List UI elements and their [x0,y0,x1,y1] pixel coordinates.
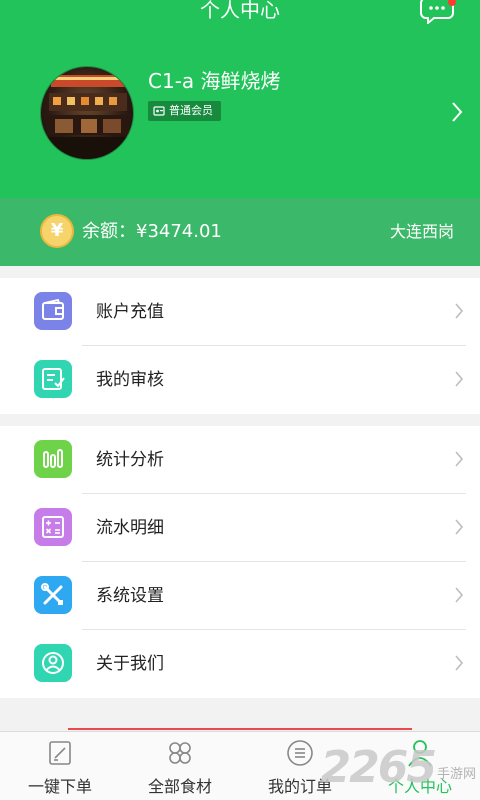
wallet-icon [34,292,72,330]
menu-item-recharge[interactable]: 账户充值 [0,278,480,346]
user-circle-icon [34,644,72,682]
chevron-right-icon [455,451,464,467]
page-title: 个人中心 [200,0,280,22]
chevron-right-icon [455,587,464,603]
watermark-number: 2265 [320,741,437,793]
chart-icon [34,440,72,478]
menu-group-account: 账户充值 我的审核 [0,278,480,414]
menu-item-statistics[interactable]: 统计分析 [0,426,480,494]
avatar-photo [41,75,133,159]
member-card-icon [153,106,165,116]
logout-button-edge[interactable] [68,728,412,730]
message-button[interactable] [420,0,456,24]
menu-label: 关于我们 [96,654,164,674]
balance-amount: 余额：¥3474.01 [82,221,222,242]
avatar[interactable] [40,66,134,160]
menu-label: 系统设置 [96,586,164,606]
menu-label: 流水明细 [96,518,164,538]
menu-item-about[interactable]: 关于我们 [0,630,480,698]
profile-chevron-icon[interactable] [450,100,464,124]
tools-icon [34,576,72,614]
profile-header: 个人中心 C1-a 海鲜烧烤 普通会员 [0,0,480,198]
order-list-icon [287,740,313,766]
calculator-icon [34,508,72,546]
menu-item-review[interactable]: 我的审核 [0,346,480,414]
member-badge: 普通会员 [148,101,221,121]
user-name: C1-a 海鲜烧烤 [148,69,281,93]
watermark-text: 手游网 [436,766,476,782]
site-watermark: 2265 手游网 [321,738,476,796]
tab-all-ingredients[interactable]: 全部食材 [120,732,240,800]
menu-label: 统计分析 [96,450,164,470]
tab-label: 全部食材 [147,777,212,796]
chevron-right-icon [455,519,464,535]
menu-item-settings[interactable]: 系统设置 [0,562,480,630]
quick-order-icon [49,741,71,765]
chevron-right-icon [455,655,464,671]
menu-label: 我的审核 [96,370,164,390]
menu-item-transactions[interactable]: 流水明细 [0,494,480,562]
menu-group-tools: 统计分析 流水明细 系统设置 关于我们 [0,426,480,698]
clover-icon [169,742,191,764]
member-level: 普通会员 [169,104,213,117]
chevron-right-icon [455,303,464,319]
tab-quick-order[interactable]: 一键下单 [0,732,120,800]
review-icon [34,360,72,398]
tab-label: 一键下单 [27,777,92,796]
menu-label: 账户充值 [96,302,164,322]
location-label: 大连西岗 [389,222,454,241]
coin-icon: ¥ [40,214,74,248]
chevron-right-icon [455,371,464,387]
